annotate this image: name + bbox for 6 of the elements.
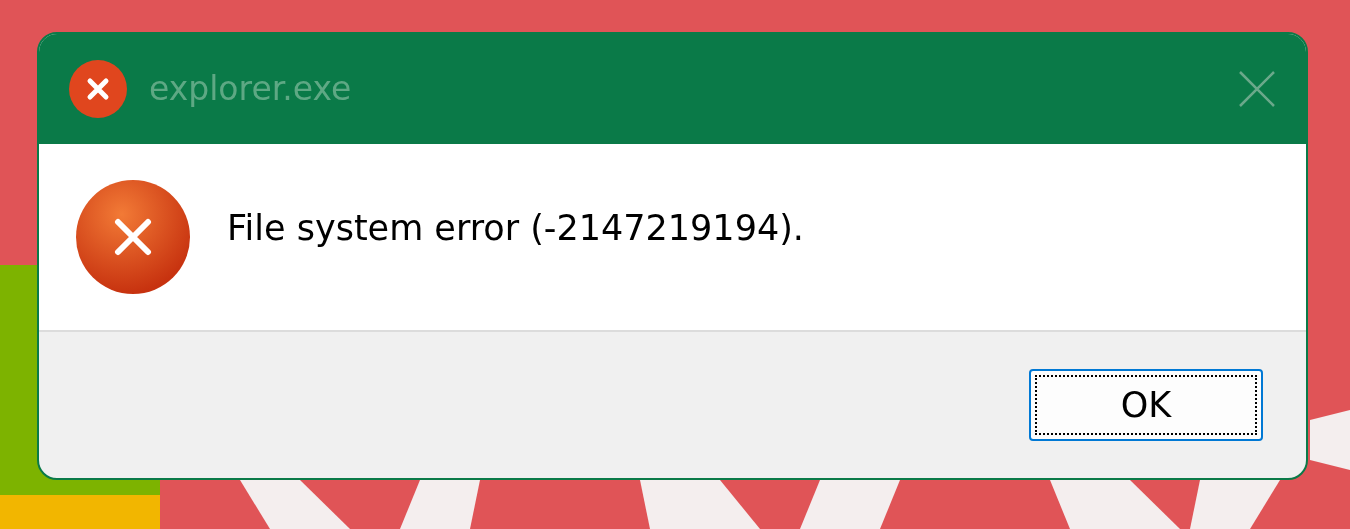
- close-icon[interactable]: [1238, 70, 1276, 108]
- error-icon: [69, 60, 127, 118]
- error-message: File system error (-2147219194).: [227, 206, 804, 250]
- window-title: explorer.exe: [149, 68, 353, 111]
- error-icon: [75, 179, 191, 295]
- ok-button[interactable]: OK: [1029, 369, 1263, 441]
